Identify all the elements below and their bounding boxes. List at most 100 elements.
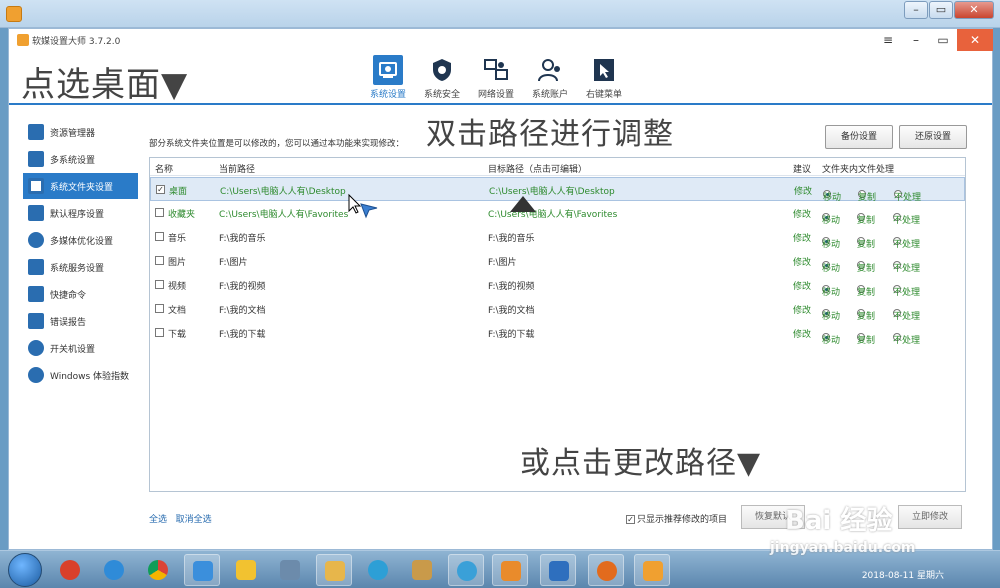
row-target-path[interactable]: F:\我的视频 [488,279,535,292]
sidebar-item-experience-index[interactable]: Windows 体验指数 [23,362,138,388]
table-row[interactable]: 音乐 F:\我的音乐 F:\我的音乐 修改 移动 复制 不处理 [150,225,965,250]
nav-system-accounts[interactable]: 系统账户 [526,51,574,103]
backup-button[interactable]: 备份设置 [825,125,893,149]
row-suggest: 修改 [793,258,812,268]
outer-minimize-button[interactable]: – [904,1,928,19]
sidebar-item-multimedia[interactable]: 多媒体优化设置 [23,227,138,253]
row-checkbox[interactable] [155,208,164,217]
row-checkbox[interactable] [155,328,164,337]
taskbar-app-9[interactable] [404,554,440,586]
media-icon [28,232,44,248]
row-target-path[interactable]: F:\我的文档 [488,303,535,316]
outer-window-titlebar: – ▭ ✕ [0,0,1000,28]
header-target-path: 目标路径（点击可编辑） [488,165,588,175]
taskbar-app-8[interactable] [360,554,396,586]
cursor-icon [589,55,619,85]
row-suggest: 修改 [793,210,812,220]
description-text: 部分系统文件夹位置是可以修改的，您可以通过本功能来实现修改： [149,139,405,149]
table-row[interactable]: 图片 F:\图片 F:\图片 修改 移动 复制 不处理 [150,249,965,274]
sidebar-item-explorer[interactable]: 资源管理器 [23,119,138,145]
taskbar-media[interactable] [492,554,528,586]
apply-button[interactable]: 立即修改 [898,505,962,529]
taskbar-app-13[interactable] [588,554,624,586]
taskbar-app-1[interactable] [52,554,88,586]
watermark-brand: Bai 经验 [785,506,893,536]
row-checkbox[interactable] [155,256,164,265]
sidebar-item-error-report[interactable]: 错误报告 [23,308,138,334]
select-all-link[interactable]: 全选 [149,515,167,525]
minimize-button[interactable]: – [901,29,931,51]
sidebar-item-shortcuts[interactable]: 快捷命令 [23,281,138,307]
explorer-icon [28,124,44,140]
row-checkbox[interactable] [155,280,164,289]
row-current-path: F:\我的视频 [219,282,266,292]
ie-icon [104,560,124,580]
restore-button[interactable]: 还原设置 [899,125,967,149]
maximize-button[interactable]: ▭ [928,29,958,51]
taskbar-app-4[interactable] [184,554,220,586]
app-icon [549,561,569,581]
taskbar-ie[interactable] [96,554,132,586]
sidebar-item-multi-system[interactable]: 多系统设置 [23,146,138,172]
taskbar-settings-master[interactable] [634,554,670,586]
table-row[interactable]: 下载 F:\我的下载 F:\我的下载 修改 移动 复制 不处理 [150,321,965,346]
outer-close-button[interactable]: ✕ [954,1,994,19]
taskbar-app-10[interactable] [448,554,484,586]
taskbar-date: 2018-08-11 星期六 [861,571,944,581]
nav-system-security[interactable]: 系统安全 [418,51,466,103]
select-links: 全选 取消全选 [149,512,212,525]
sidebar-item-system-folders[interactable]: 系统文件夹设置 [23,173,138,199]
nav-context-menu[interactable]: 右键菜单 [580,51,628,103]
row-target-path[interactable]: F:\图片 [488,255,517,268]
nav-label: 系统安全 [423,90,460,100]
row-target-path[interactable]: F:\我的下载 [488,327,535,340]
start-button[interactable] [8,553,42,587]
sidebar-item-default-programs[interactable]: 默认程序设置 [23,200,138,226]
close-button[interactable]: ✕ [957,29,993,51]
power-icon [28,340,44,356]
menu-button[interactable]: ≡ [873,29,903,51]
app-icon [597,561,617,581]
deselect-all-link[interactable]: 取消全选 [176,515,212,525]
taskbar-app-12[interactable] [540,554,576,586]
annotation-left: 点选桌面▼ [21,65,189,105]
header-file-handling: 文件夹内文件处理 [822,165,895,175]
taskbar-app-6[interactable] [272,554,308,586]
row-name: 视频 [168,282,187,292]
app-icon [60,560,80,580]
only-recommended[interactable]: ✓ 只显示推荐修改的项目 [626,512,727,525]
table-row[interactable]: 收藏夹 C:\Users\电脑人人有\Favorites C:\Users\电脑人人… [150,201,965,226]
taskbar-app-5[interactable] [228,554,264,586]
nav-label: 右键菜单 [585,90,622,100]
notes-icon [236,560,256,580]
app-title: 软媒设置大师 3.7.2.0 [32,37,121,47]
table-row[interactable]: 视频 F:\我的视频 F:\我的视频 修改 移动 复制 不处理 [150,273,965,298]
row-checkbox[interactable] [155,232,164,241]
row-current-path: C:\Users\电脑人人有\Favorites [219,210,349,220]
app-icon [457,561,477,581]
row-target-path[interactable]: F:\我的音乐 [488,231,535,244]
nav-network-settings[interactable]: 网络设置 [472,51,520,103]
row-current-path: F:\我的下载 [219,330,266,340]
sidebar-item-power[interactable]: 开关机设置 [23,335,138,361]
app-icon [280,560,300,580]
nav-system-settings[interactable]: 系统设置 [364,51,412,103]
row-target-path[interactable]: C:\Users\电脑人人有\Favorites [488,207,617,220]
taskbar-explorer[interactable] [316,554,352,586]
shortcut-icon [28,286,44,302]
outer-maximize-button[interactable]: ▭ [929,1,953,19]
users-icon [535,55,565,85]
sidebar-item-services[interactable]: 系统服务设置 [23,254,138,280]
row-current-path: F:\我的文档 [219,306,266,316]
table-row[interactable]: 文档 F:\我的文档 F:\我的文档 修改 移动 复制 不处理 [150,297,965,322]
taskbar-chrome[interactable] [140,554,176,586]
only-recommended-checkbox[interactable]: ✓ [626,515,635,524]
app-icon [6,6,22,22]
row-target-path[interactable]: C:\Users\电脑人人有\Desktop [489,184,615,197]
row-checkbox[interactable] [155,304,164,313]
row-checkbox[interactable]: ✓ [156,185,165,194]
gear-icon [643,561,663,581]
row-name: 收藏夹 [168,210,196,220]
table-row[interactable]: ✓ 桌面 C:\Users\电脑人人有\Desktop C:\Users\电脑人人有\… [150,177,965,203]
row-name: 音乐 [168,234,187,244]
